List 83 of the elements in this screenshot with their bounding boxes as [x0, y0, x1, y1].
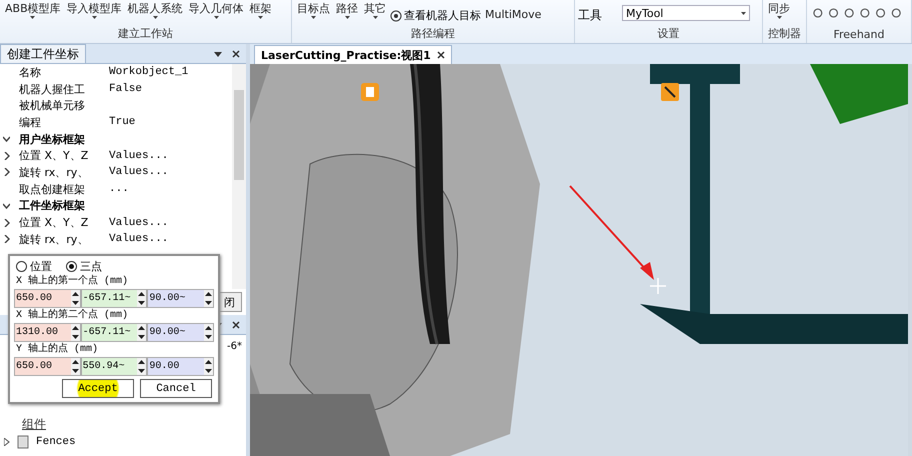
point-label: Y 轴上的点 (mm)	[15, 343, 100, 356]
spin-arrows-icon[interactable]	[204, 290, 214, 307]
target-icon	[390, 10, 402, 22]
ribbon-button[interactable]: ABB模型库	[3, 0, 63, 21]
spin-arrows-icon[interactable]	[70, 358, 80, 375]
chevron-icon[interactable]	[3, 135, 10, 144]
point-label: X 轴上的第二个点 (mm)	[15, 309, 130, 322]
chevron-icon[interactable]	[3, 218, 10, 227]
group-label: 设置	[656, 26, 680, 42]
property-name: 位置 X、Y、Z	[19, 148, 90, 164]
property-name: 被机械单元移	[19, 98, 86, 114]
tool-dropdown[interactable]: MyTool	[622, 5, 750, 21]
spin-arrows-icon[interactable]	[137, 358, 146, 375]
property-name: 机器人握住工	[19, 82, 86, 97]
dialog-button[interactable]: Cancel	[140, 379, 212, 398]
view-tab[interactable]: LaserCutting_Practise:视图1	[254, 45, 452, 64]
property-value: Values...	[109, 216, 168, 229]
group-label: 建立工作站	[117, 26, 174, 42]
spin-field[interactable]: 550.94~	[80, 357, 148, 376]
dropdown-icon[interactable]	[214, 50, 222, 58]
spin-field[interactable]: 1310.00	[14, 323, 81, 342]
dialog-button[interactable]: Accept	[62, 379, 134, 398]
property-name: 旋转 rx、ry、	[19, 232, 90, 247]
scrollbar[interactable]	[232, 64, 246, 289]
radio-option[interactable]: 位置	[16, 259, 52, 274]
status-text: -6*	[227, 341, 242, 352]
expand-icon[interactable]	[4, 438, 10, 446]
radio-option[interactable]: 三点	[66, 259, 102, 274]
category-label: 工件坐标框架	[19, 198, 85, 214]
document-icon	[16, 435, 30, 449]
group-label: 路径编程	[410, 26, 456, 42]
ribbon-button[interactable]: 框架	[248, 0, 274, 21]
caret-icon	[741, 12, 746, 14]
ribbon-button[interactable]: 导入模型库	[64, 0, 124, 21]
spin-field[interactable]: -657.11~	[80, 323, 148, 342]
spin-arrows-icon[interactable]	[204, 358, 214, 375]
crosshair-icon	[650, 278, 666, 294]
property-value: Values...	[109, 233, 168, 246]
spin-arrows-icon[interactable]	[204, 324, 214, 341]
ribbon-button[interactable]: 导入几何体	[186, 0, 246, 21]
property-value: Values...	[109, 166, 168, 178]
spin-field[interactable]: 90.00~	[147, 289, 214, 308]
close-icon[interactable]	[232, 320, 240, 328]
spin-arrows-icon[interactable]	[137, 324, 146, 341]
property-value: Workobject_1	[109, 66, 188, 78]
group-label: Freehand	[832, 28, 886, 43]
close-icon[interactable]	[232, 50, 240, 58]
spin-field[interactable]: 90.00	[147, 357, 214, 376]
field-label: 工具	[578, 7, 602, 24]
ribbon-button[interactable]: 机器人系统	[126, 0, 185, 21]
ribbon-button[interactable]: 其它	[362, 0, 388, 21]
chevron-icon[interactable]	[3, 202, 10, 210]
chevron-icon[interactable]	[3, 235, 10, 244]
property-name: 旋转 rx、ry、	[19, 164, 90, 180]
spin-field[interactable]: -657.11~	[80, 289, 148, 308]
panel-tab[interactable]: 创建工件坐标	[0, 44, 86, 63]
close-icon[interactable]	[436, 51, 445, 59]
chevron-icon[interactable]	[3, 168, 10, 176]
spin-field[interactable]: 650.00	[14, 357, 81, 376]
ribbon-button[interactable]: 目标点	[295, 0, 332, 21]
property-name: 编程	[19, 114, 42, 130]
spin-arrows-icon[interactable]	[70, 290, 80, 307]
property-name: 取点创建框架	[19, 182, 86, 197]
group-label: 控制器	[767, 26, 802, 42]
property-name: 名称	[19, 64, 42, 80]
property-value: True	[109, 116, 136, 128]
spin-field[interactable]: 90.00~	[147, 323, 214, 342]
spin-field[interactable]: 650.00	[14, 289, 81, 308]
property-value: False	[109, 83, 142, 96]
ribbon-button[interactable]: MultiMove	[483, 6, 544, 24]
ribbon-button[interactable]: 查看机器人目标	[390, 8, 481, 23]
spin-arrows-icon[interactable]	[137, 290, 146, 307]
spin-arrows-icon[interactable]	[70, 324, 80, 341]
ribbon-button[interactable]: 路径	[334, 0, 360, 21]
property-value: Values...	[109, 150, 168, 162]
ribbon-button[interactable]: 同步	[766, 0, 792, 21]
category-label: 用户坐标框架	[19, 132, 85, 147]
chevron-icon[interactable]	[3, 152, 10, 160]
section-heading: 组件	[22, 416, 47, 433]
point-label: X 轴上的第一个点 (mm)	[15, 275, 130, 288]
property-value: ...	[109, 183, 129, 196]
property-name: 位置 X、Y、Z	[19, 215, 90, 230]
tree-item[interactable]: Fences	[36, 436, 76, 448]
